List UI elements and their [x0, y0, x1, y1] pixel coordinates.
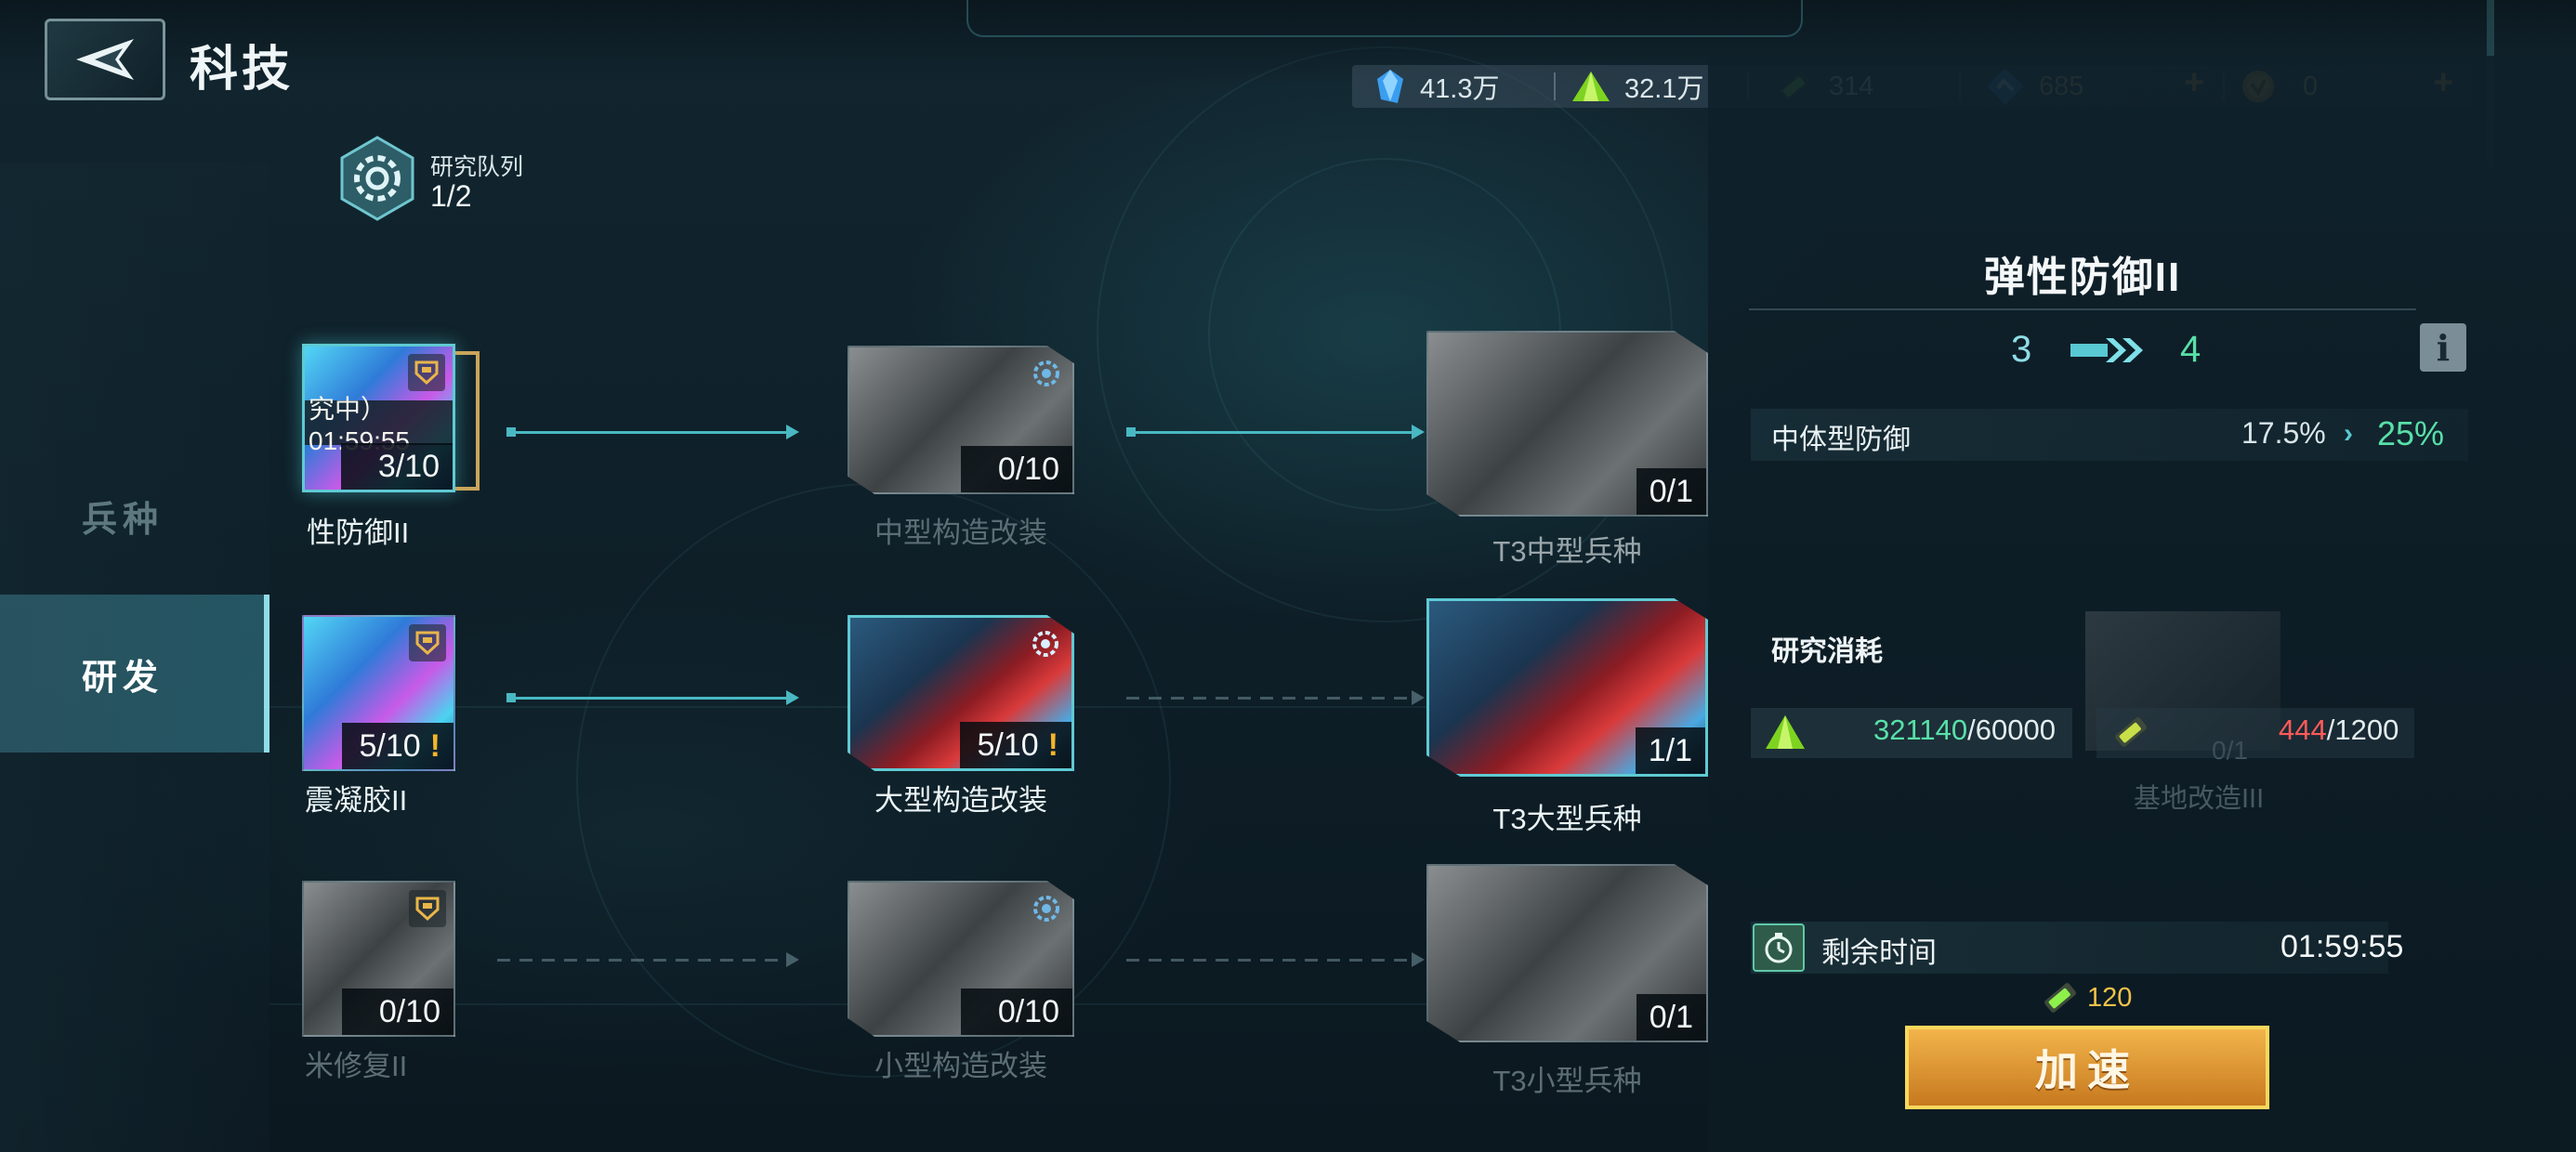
back-button[interactable]	[45, 19, 165, 100]
chevron-right-icon: ›	[2344, 418, 2353, 449]
tech-level: 0/10	[961, 446, 1072, 492]
tech-level: 0/10	[961, 988, 1072, 1035]
gear-badge-icon	[1027, 625, 1064, 662]
resource-blue-crystal: 41.3万	[1373, 65, 1499, 108]
connector-arrow	[1412, 690, 1425, 705]
tech-level-value: 5/10	[359, 727, 421, 764]
speedup-button[interactable]: 加速	[1905, 1026, 2269, 1109]
separator	[1554, 72, 1556, 100]
connector-line	[511, 697, 790, 700]
level-up-arrows-icon	[2070, 338, 2143, 362]
green-crystal-icon	[1572, 72, 1610, 101]
green-battery-icon	[2044, 983, 2076, 1013]
tech-detail-panel	[1708, 56, 2576, 1152]
tech-name: 性防御II	[307, 517, 410, 549]
connector-arrow	[786, 952, 799, 967]
gear-badge-icon	[1028, 890, 1065, 927]
warning-icon: !	[429, 727, 440, 764]
cost-amount: 444/1200	[2279, 713, 2399, 747]
info-button[interactable]: i	[2420, 323, 2466, 372]
shield-icon	[409, 890, 446, 927]
shield-icon	[409, 624, 446, 661]
cost-sep: /	[1967, 713, 1976, 746]
green-crystal-icon	[1766, 715, 1805, 749]
connector-line	[511, 431, 790, 434]
resource-value: 41.3万	[1420, 74, 1500, 104]
tech-name: T3中型兵种	[1492, 535, 1642, 568]
level-from: 3	[2011, 329, 2032, 370]
tech-name: T3大型兵种	[1492, 803, 1642, 835]
gear-badge-icon	[1028, 355, 1065, 392]
tech-name: 大型构造改装	[874, 784, 1047, 817]
back-arrow-icon	[76, 39, 134, 80]
connector-line	[1131, 431, 1415, 434]
nav-item-research[interactable]: 研发	[0, 595, 269, 753]
cost-amount: 321140/60000	[1873, 713, 2056, 747]
tech-card-shock-gel[interactable]: 5/10!	[302, 615, 455, 771]
level-to: 4	[2180, 329, 2201, 370]
tech-level: 5/10!	[960, 722, 1071, 768]
connector-line-locked	[1126, 697, 1411, 700]
top-frame-deco	[966, 0, 1803, 37]
shield-icon	[408, 354, 445, 391]
tech-card-medium-frame[interactable]: 0/10	[848, 346, 1074, 494]
tech-name: 震凝胶II	[305, 784, 408, 817]
tech-detail-title: 弹性防御II	[1983, 255, 2182, 300]
cost-title: 研究消耗	[1771, 636, 1883, 667]
research-queue-icon[interactable]	[335, 136, 420, 221]
stat-name: 中体型防御	[1771, 425, 1911, 455]
tech-card-large-frame[interactable]: 5/10!	[848, 615, 1074, 771]
research-timer: 究中）01:59:55	[305, 395, 453, 455]
tech-name: 米修复II	[305, 1050, 408, 1082]
tech-name: 中型构造改装	[874, 517, 1047, 549]
ghost-tech-name: 基地改造III	[2134, 784, 2265, 814]
cost-have: 444	[2279, 713, 2327, 746]
speedup-cost: 120	[2039, 977, 2132, 1018]
stat-current: 17.5%	[2241, 416, 2326, 450]
tech-card-t3-small[interactable]: 0/1	[1426, 864, 1708, 1042]
connector-line-locked	[1126, 959, 1411, 962]
tech-level-value: 5/10	[977, 727, 1039, 763]
connector-arrow	[1412, 952, 1425, 967]
stopwatch-icon	[1753, 923, 1805, 972]
tech-level: 0/1	[1636, 468, 1706, 515]
green-battery-icon	[2115, 717, 2147, 747]
tech-card-nano-repair[interactable]: 0/10	[302, 881, 455, 1037]
cost-have: 321140	[1873, 713, 1968, 746]
tech-card-t3-large[interactable]: 1/1	[1426, 598, 1708, 777]
cost-need: 1200	[2334, 713, 2399, 746]
resource-green-crystal: 32.1万	[1571, 65, 1703, 108]
stat-next: 25%	[2377, 414, 2445, 452]
speedup-cost-value: 120	[2087, 982, 2133, 1013]
connector-arrow	[786, 690, 799, 705]
connector-line-locked	[497, 959, 787, 962]
tech-name: 小型构造改装	[874, 1050, 1047, 1082]
tech-card-elastic-defense[interactable]: 究中）01:59:55 3/10	[302, 344, 455, 492]
queue-label: 研究队列	[430, 154, 524, 180]
connector-arrow	[1412, 425, 1425, 439]
tech-level: 1/1	[1635, 727, 1705, 774]
page-title: 科技	[190, 43, 295, 97]
tech-level: 3/10	[341, 443, 453, 490]
blue-crystal-icon	[1377, 70, 1403, 103]
tech-level: 5/10!	[342, 723, 453, 769]
gear-icon	[340, 136, 414, 221]
tech-card-small-frame[interactable]: 0/10	[848, 881, 1074, 1037]
nav-item-troops[interactable]: 兵种	[0, 437, 269, 595]
tech-level: 0/1	[1636, 994, 1706, 1041]
warning-icon: !	[1047, 727, 1058, 763]
remaining-time-label: 剩余时间	[1821, 936, 1937, 969]
connector-arrow	[786, 425, 799, 439]
tech-level: 0/10	[342, 988, 453, 1035]
divider	[1749, 308, 2416, 310]
remaining-time-value: 01:59:55	[2280, 929, 2404, 964]
queue-count: 1/2	[430, 179, 472, 213]
resource-value: 32.1万	[1624, 74, 1704, 104]
cost-need: 60000	[1975, 713, 2056, 746]
selection-bracket	[455, 351, 480, 491]
tech-card-t3-medium[interactable]: 0/1	[1426, 331, 1708, 517]
tech-name: T3小型兵种	[1492, 1065, 1642, 1097]
